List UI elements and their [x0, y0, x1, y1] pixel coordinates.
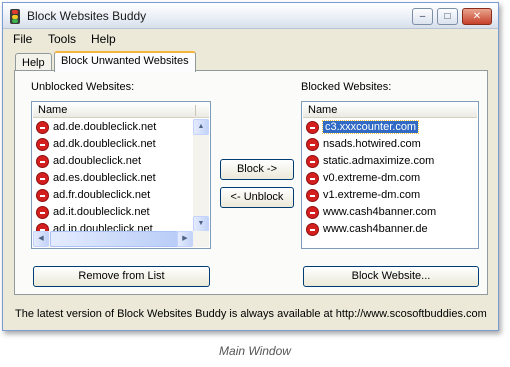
menu-bar: File Tools Help	[3, 30, 498, 48]
blocked-site-icon	[36, 172, 49, 185]
list-item-label: ad.it.doubleclick.net	[53, 206, 150, 218]
blocked-site-icon	[36, 138, 49, 151]
list-item-label: ad.es.doubleclick.net	[53, 172, 156, 184]
blocked-column-header[interactable]: Name	[303, 103, 477, 118]
list-item-label: static.admaximize.com	[323, 155, 435, 167]
list-item-label: v0.extreme-dm.com	[323, 172, 421, 184]
traffic-light-icon	[10, 9, 20, 24]
list-item[interactable]: ad.fr.doubleclick.net	[33, 187, 193, 204]
menu-help[interactable]: Help	[91, 32, 116, 46]
unblocked-label: Unblocked Websites:	[31, 81, 135, 93]
list-item[interactable]: ad.doubleclick.net	[33, 153, 193, 170]
scroll-left-icon[interactable]: ◀	[33, 231, 49, 247]
status-bar: The latest version of Block Websites Bud…	[15, 308, 487, 320]
blocked-site-icon	[306, 155, 319, 168]
list-item-label: www.cash4banner.de	[323, 223, 428, 235]
list-item-label: www.cash4banner.com	[323, 206, 437, 218]
menu-file[interactable]: File	[13, 32, 32, 46]
column-name-label: Name	[308, 104, 338, 116]
list-item-label: c3.xxxcounter.com	[321, 120, 420, 134]
blocked-label: Blocked Websites:	[301, 81, 392, 93]
tab-help[interactable]: Help	[15, 53, 52, 71]
list-item[interactable]: www.cash4banner.com	[303, 204, 463, 221]
maximize-button[interactable]: □	[437, 8, 458, 25]
scroll-down-icon[interactable]: ▼	[193, 216, 209, 232]
block-button[interactable]: Block ->	[220, 159, 294, 180]
unblocked-horizontal-scrollbar[interactable]: ◀ ▶	[33, 231, 209, 247]
list-item[interactable]: c3.xxxcounter.com	[303, 119, 463, 136]
list-item-label: v1.extreme-dm.com	[323, 189, 421, 201]
tab-block-unwanted-websites[interactable]: Block Unwanted Websites	[54, 51, 196, 72]
list-item[interactable]: ad.de.doubleclick.net	[33, 119, 193, 136]
blocked-site-icon	[306, 121, 319, 134]
blocked-list[interactable]: Name c3.xxxcounter.com nsads.hotwired.com…	[301, 101, 479, 249]
blocked-site-icon	[306, 172, 319, 185]
blocked-site-icon	[306, 223, 319, 236]
blocked-site-icon	[306, 206, 319, 219]
list-item-label: ad.fr.doubleclick.net	[53, 189, 151, 201]
blocked-site-icon	[306, 189, 319, 202]
list-item[interactable]: nsads.hotwired.com	[303, 136, 463, 153]
list-item[interactable]: ad.it.doubleclick.net	[33, 204, 193, 221]
unblocked-column-header[interactable]: Name	[33, 103, 209, 118]
unblock-button[interactable]: <- Unblock	[220, 187, 294, 208]
tab-strip: Help Block Unwanted Websites	[3, 49, 498, 72]
list-item-label: nsads.hotwired.com	[323, 138, 421, 150]
column-name-label: Name	[38, 104, 68, 116]
close-button[interactable]: ✕	[462, 8, 492, 25]
horizontal-scroll-thumb[interactable]	[50, 231, 178, 247]
list-item[interactable]: v0.extreme-dm.com	[303, 170, 463, 187]
list-item[interactable]: v1.extreme-dm.com	[303, 187, 463, 204]
blocked-site-icon	[306, 138, 319, 151]
unblocked-vertical-scrollbar[interactable]: ▲ ▼	[193, 119, 209, 232]
menu-tools[interactable]: Tools	[48, 32, 76, 46]
list-item[interactable]: ad.es.doubleclick.net	[33, 170, 193, 187]
blocked-site-icon	[36, 155, 49, 168]
list-item-label: ad.dk.doubleclick.net	[53, 138, 156, 150]
title-bar[interactable]: Block Websites Buddy – □ ✕	[3, 3, 498, 29]
remove-from-list-button[interactable]: Remove from List	[33, 266, 210, 287]
list-item[interactable]: static.admaximize.com	[303, 153, 463, 170]
list-item-label: ad.de.doubleclick.net	[53, 121, 157, 133]
tab-panel: Unblocked Websites: Name ad.de.doublecli…	[14, 70, 488, 295]
blocked-site-icon	[36, 206, 49, 219]
list-item-label: ad.doubleclick.net	[53, 155, 142, 167]
unblocked-rows: ad.de.doubleclick.net ad.dk.doubleclick.n…	[33, 119, 193, 238]
scroll-right-icon[interactable]: ▶	[177, 231, 193, 247]
figure-caption: Main Window	[219, 344, 291, 358]
blocked-site-icon	[36, 121, 49, 134]
unblocked-list[interactable]: Name ad.de.doubleclick.net ad.dk.doublecl…	[31, 101, 211, 249]
block-website-button[interactable]: Block Website...	[303, 266, 479, 287]
blocked-site-icon	[36, 189, 49, 202]
list-item[interactable]: www.cash4banner.de	[303, 221, 463, 238]
blocked-rows: c3.xxxcounter.com nsads.hotwired.com stati…	[303, 119, 463, 238]
window-title: Block Websites Buddy	[27, 9, 147, 23]
main-window: Block Websites Buddy – □ ✕ File Tools He…	[2, 2, 499, 331]
list-item[interactable]: ad.dk.doubleclick.net	[33, 136, 193, 153]
minimize-button[interactable]: –	[412, 8, 433, 25]
